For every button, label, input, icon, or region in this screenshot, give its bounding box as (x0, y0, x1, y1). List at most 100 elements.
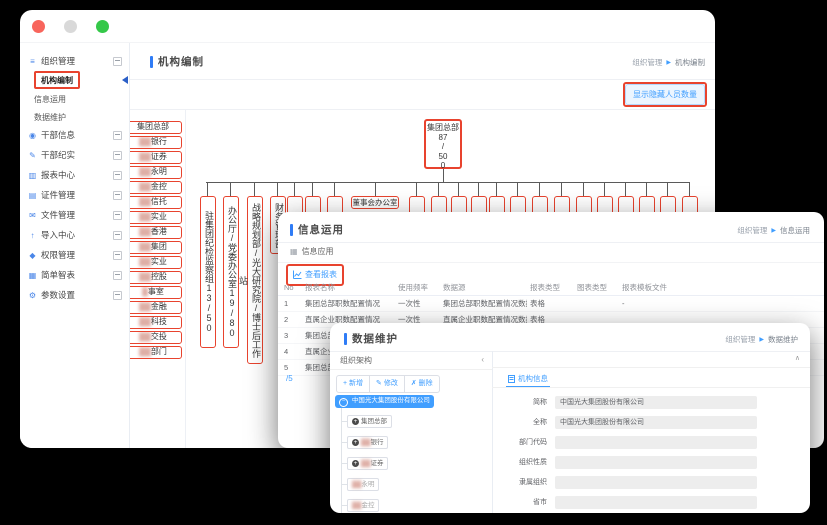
redacted-text: ▓▓ (352, 502, 361, 509)
collapse-up-icon[interactable]: ∧ (795, 354, 800, 362)
org-node[interactable]: 董事会办公室 (351, 196, 399, 209)
tree-node[interactable]: +▓▓银行 (347, 436, 388, 449)
sidebar-item-label: 报表中心 (41, 169, 113, 181)
sidebar-subitem-信息运用[interactable]: 信息运用 (20, 89, 129, 107)
expand-node-icon[interactable]: + (352, 460, 359, 467)
grid-icon: ▦ (290, 247, 298, 256)
collapse-icon[interactable] (113, 57, 122, 66)
修改-button[interactable]: ✎ 修改 (370, 376, 405, 392)
subsidiary-list-item[interactable]: ▓▓部门 (124, 346, 182, 359)
tree-node[interactable]: ▓▓永明 (347, 478, 379, 491)
subsidiary-list-item[interactable]: ▓事室 (124, 286, 182, 299)
expand-icon[interactable] (113, 131, 122, 140)
sidebar-subitem-label: 机构编制 (41, 76, 73, 85)
redacted-text: ▓▓ (139, 197, 151, 206)
sidebar-item-权限管理[interactable]: ◆权限管理 (20, 245, 129, 265)
org-root-slash: / (426, 142, 460, 152)
label-text: 交投 (151, 332, 167, 341)
expand-icon[interactable] (113, 211, 122, 220)
subsidiary-list-item[interactable]: 集团总部 (124, 121, 182, 134)
expand-node-icon[interactable]: + (352, 418, 359, 425)
subsidiary-list-item[interactable]: ▓▓实业 (124, 256, 182, 269)
tree-node[interactable]: ▓▓金控 (347, 499, 379, 512)
subsidiary-list-item[interactable]: ▓▓证券 (124, 151, 182, 164)
minimize-window-icon[interactable] (64, 20, 77, 33)
subsidiary-list-item[interactable]: ▓▓实业 (124, 211, 182, 224)
redacted-text: ▓▓ (139, 272, 151, 281)
field-input-部门代码[interactable] (555, 436, 757, 449)
sidebar-item-证件管理[interactable]: ▤证件管理 (20, 185, 129, 205)
field-input-全称[interactable]: 中国光大集团股份有限公司 (555, 416, 757, 429)
pagination[interactable]: /5 (286, 374, 293, 383)
redacted-text: ▓▓ (139, 182, 151, 191)
field-input-省市[interactable] (555, 496, 757, 509)
subsidiary-list-item[interactable]: ▓▓信托 (124, 196, 182, 209)
label-text: 集团总部 (361, 418, 387, 425)
table-cell: 4 (284, 344, 302, 359)
redacted-text: ▓▓ (361, 439, 370, 446)
tree-connector (341, 408, 342, 513)
新增-button[interactable]: + 新增 (337, 376, 370, 392)
subsidiary-list-item[interactable]: ▓▓控股 (124, 271, 182, 284)
org-node[interactable]: 办公厅/党委办公室19/80 (223, 196, 239, 348)
redacted-text: ▓▓ (139, 227, 151, 236)
zoom-window-icon[interactable] (96, 20, 109, 33)
subsidiary-list-item[interactable]: ▓▓金控 (124, 181, 182, 194)
org-root-node[interactable]: 集团总部 87 / 50 0 (424, 119, 462, 169)
sidebar-item-简单智表[interactable]: ▦简单智表 (20, 265, 129, 285)
sidebar-item-导入中心[interactable]: ↑导入中心 (20, 225, 129, 245)
org-connector-stub (254, 182, 255, 196)
sidebar-subitem-机构编制[interactable]: 机构编制 (20, 71, 129, 89)
tree-node[interactable]: +▓▓证券 (347, 457, 388, 470)
sidebar-item-干部纪实[interactable]: ✎干部纪实 (20, 145, 129, 165)
subsidiary-list-item[interactable]: ▓▓永明 (124, 166, 182, 179)
field-input-简称[interactable]: 中国光大集团股份有限公司 (555, 396, 757, 409)
breadcrumb-parent[interactable]: 组织管理 (737, 225, 767, 236)
breadcrumb-parent[interactable]: 组织管理 (632, 57, 662, 68)
tree-root-node[interactable]: − 中国光大集团股份有限公司 (335, 395, 434, 408)
sidebar-item-文件管理[interactable]: ✉文件管理 (20, 205, 129, 225)
table-row[interactable]: 1集团总部职数配置情况一次性集团总部职数配置情况数据源表格- (278, 296, 824, 312)
subsidiary-list-item[interactable]: ▓▓香港 (124, 226, 182, 239)
table-cell: - (622, 296, 692, 311)
breadcrumb: 组织管理 ▶ 机构编制 (632, 57, 705, 68)
expand-icon[interactable] (113, 231, 122, 240)
close-window-icon[interactable] (32, 20, 45, 33)
sidebar-subitem-数据维护[interactable]: 数据维护 (20, 107, 129, 125)
expand-icon[interactable] (113, 291, 122, 300)
field-input-组织性质[interactable] (555, 456, 757, 469)
org-connector-stub (312, 182, 313, 196)
subitem-label-wrap: 信息运用 (34, 89, 66, 107)
breadcrumb-arrow-icon: ▶ (759, 336, 764, 343)
tree-connector-stub (341, 421, 347, 422)
subsidiary-list-item[interactable]: ▓▓银行 (124, 136, 182, 149)
sidebar-item-org-management[interactable]: ≡ 组织管理 (20, 51, 129, 71)
tree-connector-stub (341, 484, 347, 485)
sidebar-item-干部信息[interactable]: ◉干部信息 (20, 125, 129, 145)
org-node[interactable]: 驻集团纪检监察组13/50 (200, 196, 216, 348)
sidebar-item-报表中心[interactable]: ▥报表中心 (20, 165, 129, 185)
tree-node[interactable]: +集团总部 (347, 415, 392, 428)
subsidiary-list-item[interactable]: ▓▓金融 (124, 301, 182, 314)
collapse-left-icon[interactable]: ‹ (481, 355, 484, 364)
current-page-marker-icon (122, 76, 128, 84)
toggle-hidden-staff-count-button[interactable]: 显示隐藏人员数量 (625, 84, 705, 105)
divider (492, 387, 810, 388)
sidebar-item-参数设置[interactable]: ⚙参数设置 (20, 285, 129, 305)
expand-node-icon[interactable]: + (352, 439, 359, 446)
menu-item-icon: ◆ (27, 251, 38, 260)
subsidiary-list-item[interactable]: ▓▓交投 (124, 331, 182, 344)
breadcrumb-parent[interactable]: 组织管理 (725, 334, 755, 345)
tab-org-info[interactable]: 机构信息 (506, 371, 550, 388)
expand-icon[interactable] (113, 191, 122, 200)
subsidiary-list-item[interactable]: ▓▓科技 (124, 316, 182, 329)
删除-button[interactable]: ✗ 删除 (405, 376, 439, 392)
collapse-node-icon[interactable]: − (339, 398, 348, 407)
expand-icon[interactable] (113, 271, 122, 280)
expand-icon[interactable] (113, 151, 122, 160)
org-node[interactable]: 战略规划部/光大研究院/博士后工作站 (247, 196, 263, 364)
expand-icon[interactable] (113, 171, 122, 180)
field-input-隶属组织[interactable] (555, 476, 757, 489)
subsidiary-list-item[interactable]: ▓▓集团 (124, 241, 182, 254)
expand-icon[interactable] (113, 251, 122, 260)
